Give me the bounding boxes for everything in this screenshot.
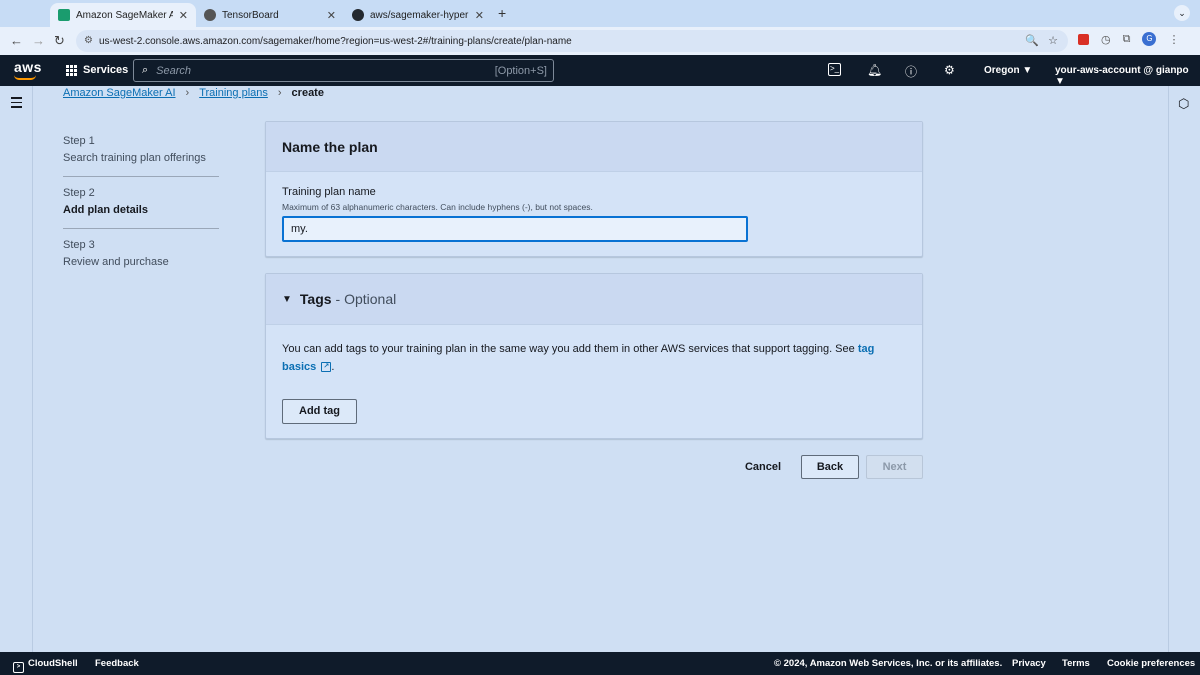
right-tools-rail xyxy=(1168,86,1200,652)
settings-gear-icon[interactable]: ⚙ xyxy=(944,63,955,77)
add-tag-button[interactable]: Add tag xyxy=(282,399,357,424)
caret-down-icon: ▼ xyxy=(282,293,292,305)
wizard-steps: Step 1 Search training plan offerings St… xyxy=(63,135,219,290)
services-menu-button[interactable]: Services xyxy=(66,64,128,76)
browser-tab-github[interactable]: aws/sagemaker-hyperpod-re ✕ xyxy=(344,3,492,27)
close-tab-icon[interactable]: ✕ xyxy=(179,9,188,22)
address-bar: ← → ↻ ⚙ us-west-2.console.aws.amazon.com… xyxy=(0,27,1200,55)
extension-icons: ◷ ⧉ G ⋮ xyxy=(1078,32,1179,46)
profile-avatar[interactable]: G xyxy=(1142,32,1157,46)
privacy-link[interactable]: Privacy xyxy=(1012,658,1046,669)
history-icon[interactable]: ◷ xyxy=(1101,33,1111,46)
training-plan-name-input[interactable]: my. xyxy=(282,216,748,242)
account-menu[interactable]: your-aws-account @ gianpo ▼ xyxy=(1055,65,1200,87)
aws-top-navigation: aws Services ⌕ Search [Option+S] >_ 🔔︎ ⓘ… xyxy=(0,55,1200,87)
cloudshell-icon[interactable]: >_ xyxy=(828,63,841,76)
url-field[interactable]: ⚙ us-west-2.console.aws.amazon.com/sagem… xyxy=(76,30,1068,52)
cookie-preferences-link[interactable]: Cookie preferences xyxy=(1107,658,1195,669)
back-button[interactable]: Back xyxy=(801,455,859,479)
tags-expandable-header[interactable]: ▼ Tags - Optional xyxy=(266,274,922,325)
left-navigation-rail xyxy=(0,86,33,652)
external-link-icon: ↗ xyxy=(321,362,332,373)
services-grid-icon xyxy=(66,64,77,76)
github-icon xyxy=(352,9,364,21)
close-tab-icon[interactable]: ✕ xyxy=(475,9,484,22)
breadcrumb-training-plans-link[interactable]: Training plans xyxy=(199,87,268,99)
copyright-text: © 2024, Amazon Web Services, Inc. or its… xyxy=(774,658,1003,669)
search-icon: ⌕ xyxy=(142,64,149,76)
wizard-step-3: Step 3 Review and purchase xyxy=(63,239,219,280)
cancel-button[interactable]: Cancel xyxy=(735,461,791,473)
forward-arrow-icon[interactable]: → xyxy=(32,33,45,48)
zoom-and-bookmark-icons[interactable]: 🔍 ☆ xyxy=(1025,34,1058,47)
menu-hamburger-icon[interactable] xyxy=(11,97,22,111)
wizard-step-2: Step 2 Add plan details xyxy=(63,187,219,229)
chevron-right-icon: › xyxy=(185,87,190,99)
breadcrumb-current: create xyxy=(291,87,324,99)
next-button[interactable]: Next xyxy=(866,455,923,479)
step-1-link[interactable]: Search training plan offerings xyxy=(63,152,219,164)
feedback-link[interactable]: Feedback xyxy=(95,658,139,669)
terms-link[interactable]: Terms xyxy=(1062,658,1090,669)
help-icon[interactable]: ⓘ xyxy=(905,63,917,80)
browser-menu-icon[interactable]: ⋮ xyxy=(1168,33,1179,46)
field-description: Maximum of 63 alphanumeric characters. C… xyxy=(282,202,593,212)
back-arrow-icon[interactable]: ← xyxy=(10,33,23,48)
region-selector[interactable]: Oregon ▼ xyxy=(984,65,1032,76)
name-plan-header: Name the plan xyxy=(266,122,922,172)
breadcrumb-sagemaker-link[interactable]: Amazon SageMaker AI xyxy=(63,87,176,99)
training-plan-name-field: Training plan name Maximum of 63 alphanu… xyxy=(266,172,922,242)
wizard-actions: Cancel Back Next xyxy=(735,455,923,479)
wizard-step-1: Step 1 Search training plan offerings xyxy=(63,135,219,177)
sagemaker-favicon-icon xyxy=(58,9,70,21)
aws-logo[interactable]: aws xyxy=(14,59,42,80)
notifications-bell-icon[interactable]: 🔔︎ xyxy=(867,63,882,77)
browser-tab-sagemaker[interactable]: Amazon SageMaker AI | us-we ✕ xyxy=(50,3,196,27)
step-2-label: Add plan details xyxy=(63,204,148,216)
aws-smile-icon xyxy=(14,75,36,80)
tags-description: You can add tags to your training plan i… xyxy=(282,343,875,373)
tags-container: ▼ Tags - Optional You can add tags to yo… xyxy=(265,273,923,439)
chevron-right-icon: › xyxy=(277,87,282,99)
close-tab-icon[interactable]: ✕ xyxy=(327,9,336,22)
cloudshell-icon: > xyxy=(13,662,24,673)
new-tab-icon[interactable]: + xyxy=(498,5,506,21)
tools-hexagon-icon[interactable]: ⬡ xyxy=(1178,96,1189,112)
step-3-label: Review and purchase xyxy=(63,256,169,268)
field-label: Training plan name xyxy=(282,186,376,198)
tab-search-icon[interactable]: ⌄ xyxy=(1174,5,1190,21)
globe-icon xyxy=(204,9,216,21)
site-info-icon[interactable]: ⚙ xyxy=(84,35,93,46)
reload-icon[interactable]: ↻ xyxy=(54,33,65,49)
extensions-puzzle-icon[interactable]: ⧉ xyxy=(1123,33,1131,46)
name-plan-container: Name the plan Training plan name Maximum… xyxy=(265,121,923,257)
aws-search-input[interactable]: ⌕ Search [Option+S] xyxy=(133,59,554,82)
breadcrumb: Amazon SageMaker AI › Training plans › c… xyxy=(63,87,324,99)
browser-tab-bar: Amazon SageMaker AI | us-we ✕ TensorBoar… xyxy=(0,0,1200,27)
cloudshell-button[interactable]: > CloudShell xyxy=(13,658,78,673)
console-footer: > CloudShell Feedback © 2024, Amazon Web … xyxy=(0,652,1200,675)
browser-tab-tensorboard[interactable]: TensorBoard ✕ xyxy=(196,3,344,27)
extension-red-icon[interactable] xyxy=(1078,33,1089,45)
